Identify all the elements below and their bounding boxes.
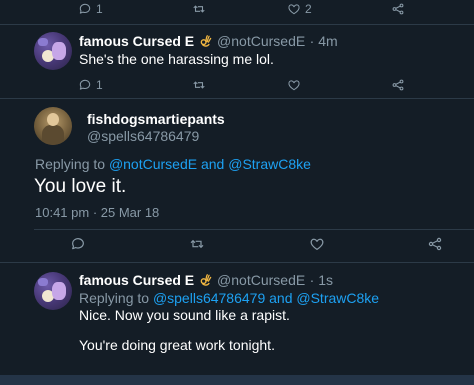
share-button[interactable] xyxy=(391,78,405,92)
reply-button[interactable]: 1 xyxy=(78,78,103,92)
avatar[interactable] xyxy=(34,272,72,310)
tweet-time: · 1s xyxy=(309,272,333,288)
reply-icon xyxy=(78,2,92,16)
tweet-text-line: You're doing great work tonight. xyxy=(79,337,275,353)
share-button[interactable] xyxy=(427,236,443,252)
author-name[interactable]: famous Cursed E xyxy=(79,33,194,49)
retweet-button[interactable] xyxy=(192,78,206,92)
reply-button[interactable]: 1 xyxy=(78,2,103,16)
ok-hand-icon xyxy=(199,34,213,48)
retweet-icon xyxy=(192,2,206,16)
tweet-actions xyxy=(0,236,474,260)
tweet-text: She's the one harassing me lol. xyxy=(79,51,274,67)
author-handle[interactable]: @spells64786479 xyxy=(87,128,199,144)
and-word: and xyxy=(200,156,225,172)
reply-icon xyxy=(70,236,86,252)
mention-link[interactable]: @StrawC8ke xyxy=(228,156,311,172)
author-name[interactable]: fishdogsmartiepants xyxy=(87,111,225,127)
author-handle[interactable]: @notCursedE xyxy=(217,272,305,288)
share-icon xyxy=(391,78,405,92)
replying-label: Replying to xyxy=(79,290,150,306)
reply-icon xyxy=(78,78,92,92)
replying-label: Replying to xyxy=(35,156,106,172)
tweet-text: You love it. xyxy=(34,176,127,197)
heart-icon xyxy=(287,2,301,16)
share-icon xyxy=(391,2,405,16)
divider xyxy=(34,229,474,230)
retweet-icon xyxy=(189,236,205,252)
divider xyxy=(0,98,474,99)
avatar[interactable] xyxy=(34,107,72,145)
tweet-time: · 4m xyxy=(309,33,338,49)
bottom-bar xyxy=(0,375,474,385)
share-icon xyxy=(427,236,443,252)
retweet-button[interactable] xyxy=(192,2,206,16)
tweet-timestamp[interactable]: 10:41 pm · 25 Mar 18 xyxy=(35,205,159,220)
author-handle[interactable]: @notCursedE xyxy=(217,33,305,49)
heart-icon xyxy=(309,236,325,252)
share-button[interactable] xyxy=(391,2,405,16)
mention-link[interactable]: @spells64786479 xyxy=(153,290,265,306)
author-name[interactable]: famous Cursed E xyxy=(79,272,194,288)
replying-to: Replying to @spells64786479 and @StrawC8… xyxy=(79,290,379,306)
divider xyxy=(0,24,474,25)
retweet-button[interactable] xyxy=(189,236,205,252)
ok-hand-icon xyxy=(199,273,213,287)
replying-to: Replying to @notCursedE and @StrawC8ke xyxy=(35,156,311,172)
like-button[interactable] xyxy=(309,236,325,252)
retweet-icon xyxy=(192,78,206,92)
reply-button[interactable] xyxy=(70,236,86,252)
and-word: and xyxy=(269,290,293,306)
mention-link[interactable]: @notCursedE xyxy=(109,156,197,172)
like-button[interactable] xyxy=(287,78,301,92)
heart-icon xyxy=(287,78,301,92)
like-count: 2 xyxy=(305,2,312,16)
prev-tweet-actions: 1 2 xyxy=(0,0,474,24)
tweet-text-line: Nice. Now you sound like a rapist. xyxy=(79,307,290,323)
tweet-header: famous Cursed E @notCursedE · 4m xyxy=(79,33,338,51)
reply-count: 1 xyxy=(96,78,103,92)
tweet-header: famous Cursed E @notCursedE · 1s xyxy=(79,272,333,290)
reply-count: 1 xyxy=(96,2,103,16)
divider xyxy=(0,262,474,263)
like-button[interactable]: 2 xyxy=(287,2,312,16)
mention-link[interactable]: @StrawC8ke xyxy=(296,290,379,306)
avatar[interactable] xyxy=(34,32,72,70)
